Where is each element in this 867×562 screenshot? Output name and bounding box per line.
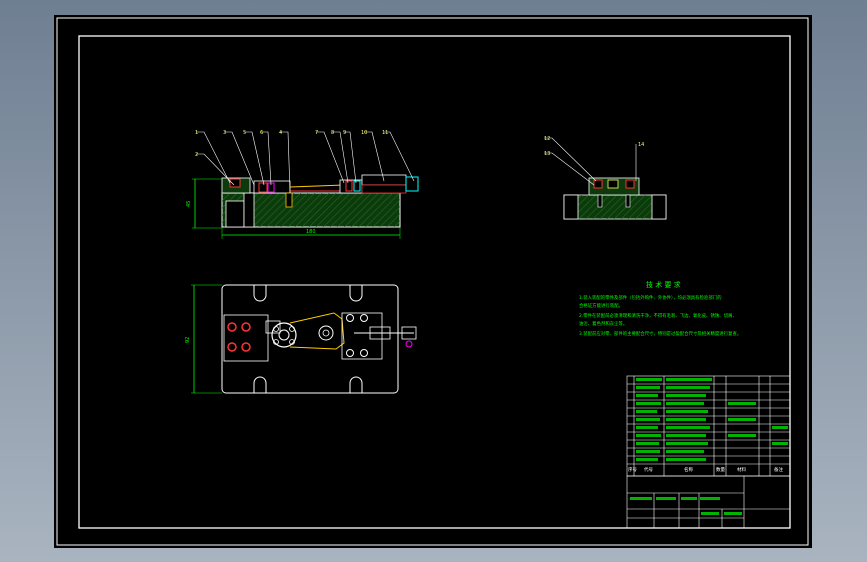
header-seq: 序号 [628, 466, 637, 473]
balloons-side: 12 13 14 [544, 136, 644, 157]
front-view [192, 174, 419, 239]
tech-line-5: 3.装配前应对零、部件的主要配合尺寸，特别是过盈配合尺寸及相关精度进行复查。 [579, 330, 741, 337]
header-name: 名称 [684, 466, 693, 473]
side-view [563, 177, 667, 220]
dim-length: 180 [306, 229, 316, 235]
parts-list-header: 序号 代号 名称 数量 材料 备注 [628, 466, 783, 473]
balloon-2: 2 [195, 152, 198, 158]
tech-line-1: 1.装入装配的零件及部件（包括外购件、外协件），均必须具有检验部门的 [579, 294, 722, 301]
balloon-8: 8 [331, 130, 334, 136]
balloon-14: 14 [638, 142, 644, 148]
inner-frame [78, 35, 791, 529]
header-code: 代号 [644, 466, 653, 473]
balloon-6: 6 [260, 130, 263, 136]
balloon-11: 11 [382, 130, 388, 136]
balloon-12: 12 [544, 136, 550, 142]
plan-view [191, 284, 417, 394]
tech-req-text: 1.装入装配的零件及部件（包括外购件、外协件），均必须具有检验部门的 合格证方能… [579, 294, 741, 337]
assembly-drawing[interactable]: 45 180 1 3 5 6 4 7 8 9 10 11 2 12 13 14 … [54, 15, 812, 548]
cad-viewport[interactable]: 45 180 1 3 5 6 4 7 8 9 10 11 2 12 13 14 … [54, 15, 812, 548]
dim-height: 45 [186, 201, 192, 207]
balloons-front: 1 3 5 6 4 7 8 9 10 11 2 [195, 130, 388, 158]
tech-line-4: 油污、着色剂和灰尘等。 [579, 320, 627, 327]
header-material: 材料 [737, 466, 746, 473]
balloon-4: 4 [279, 130, 282, 136]
balloon-10: 10 [361, 130, 367, 136]
tech-line-3: 2.零件在装配前必须清理和清洗干净，不得有毛刺、飞边、氧化皮、锈蚀、切屑、 [579, 312, 737, 319]
balloon-5: 5 [243, 130, 246, 136]
header-qty: 数量 [716, 466, 725, 473]
tech-line-2: 合格证方能进行装配。 [579, 302, 623, 309]
balloon-13: 13 [544, 151, 550, 157]
dim-plan-height: 92 [185, 337, 191, 343]
balloon-7: 7 [315, 130, 318, 136]
header-remark: 备注 [774, 466, 783, 473]
tech-req-title: 技 术 要 求 [646, 280, 681, 289]
balloon-3: 3 [223, 130, 226, 136]
balloon-1: 1 [195, 130, 198, 136]
balloon-9: 9 [343, 130, 346, 136]
outer-frame [56, 17, 809, 546]
